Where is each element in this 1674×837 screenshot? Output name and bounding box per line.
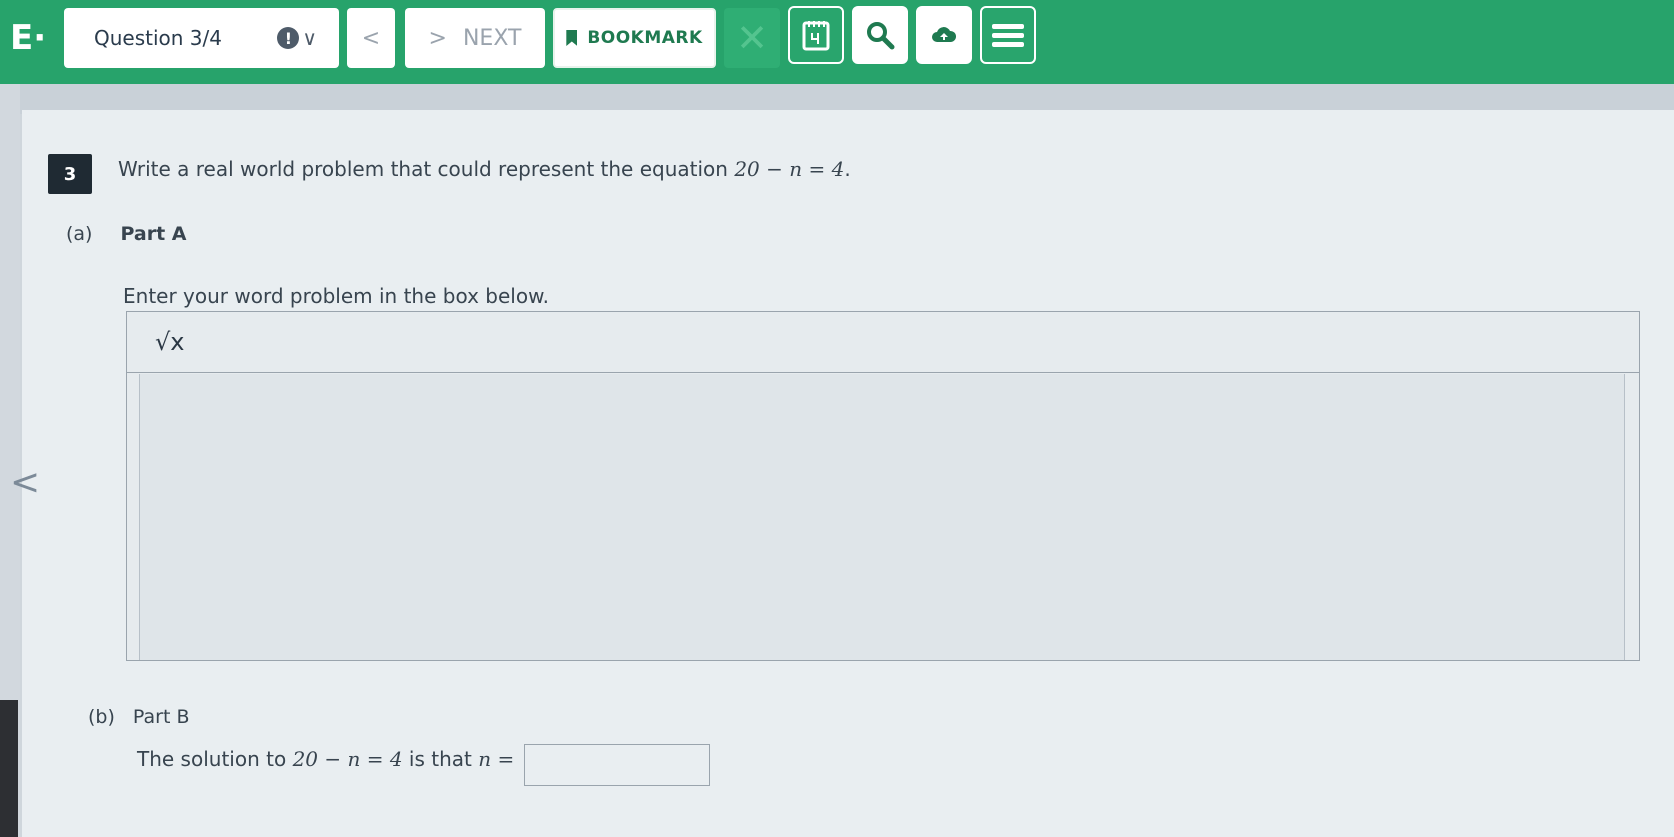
magnify-icon (867, 22, 895, 50)
menu-button[interactable] (980, 6, 1036, 64)
chevron-left-icon: < (361, 25, 381, 51)
close-button[interactable]: ✕ (724, 8, 780, 68)
question-equation: 20 − n = 4 (734, 157, 845, 181)
editor-toolbar: √x (127, 312, 1639, 373)
part-b-title: Part B (132, 706, 190, 728)
answer-input[interactable] (524, 744, 710, 786)
part-b-letter: (b) (88, 706, 115, 728)
question-end: . (844, 157, 851, 181)
menu-icon (992, 24, 1024, 47)
solution-prefix: The solution to (137, 747, 287, 771)
upload-button[interactable] (916, 6, 972, 64)
solution-mid: is that (408, 747, 472, 771)
magnifier-button[interactable] (852, 6, 908, 64)
question-text: Write a real world problem that could re… (118, 157, 728, 181)
word-problem-editor: √x (126, 311, 1640, 661)
question-prompt: Write a real world problem that could re… (118, 157, 851, 181)
part-a-letter: (a) (66, 223, 93, 245)
previous-button[interactable]: < (347, 8, 395, 68)
part-b-heading: (b) Part B (88, 706, 189, 728)
next-label: NEXT (462, 25, 522, 51)
part-a-heading: (a) Part A (66, 223, 186, 245)
question-selector-label: Question 3/4 (94, 26, 222, 50)
flag-dropdown[interactable]: ! ∨ (277, 26, 317, 50)
word-problem-input[interactable] (139, 374, 1625, 660)
question-number: 3 (48, 154, 92, 194)
flag-icon: ! (277, 27, 300, 49)
bookmark-button[interactable]: BOOKMARK (553, 8, 716, 68)
cloud-icon (932, 27, 957, 42)
app-logo: E· (10, 18, 47, 58)
bookmark-label: BOOKMARK (587, 28, 703, 48)
part-a-instruction: Enter your word problem in the box below… (123, 284, 549, 308)
part-a-title: Part A (120, 223, 187, 245)
calculator-icon (802, 21, 830, 51)
part-b-prompt: The solution to 20 − n = 4 is that n = (137, 747, 514, 771)
close-icon: ✕ (736, 16, 768, 60)
chevron-right-icon: > (428, 25, 447, 51)
screen-bezel (0, 700, 18, 837)
bookmark-icon (566, 30, 578, 46)
solution-equation: 20 − n = 4 (292, 747, 403, 771)
top-toolbar: E· Question 3/4 ! ∨ < > NEXT BOOKMARK ✕ (0, 0, 1674, 84)
equation-tool-button[interactable]: √x (155, 328, 185, 356)
calculator-button[interactable] (788, 6, 844, 64)
question-selector[interactable]: Question 3/4 ! ∨ (64, 8, 339, 68)
chevron-down-icon: ∨ (302, 26, 317, 50)
solution-variable: n = (478, 747, 515, 771)
next-button[interactable]: > NEXT (405, 8, 545, 68)
previous-page-arrow[interactable]: < (10, 462, 40, 503)
